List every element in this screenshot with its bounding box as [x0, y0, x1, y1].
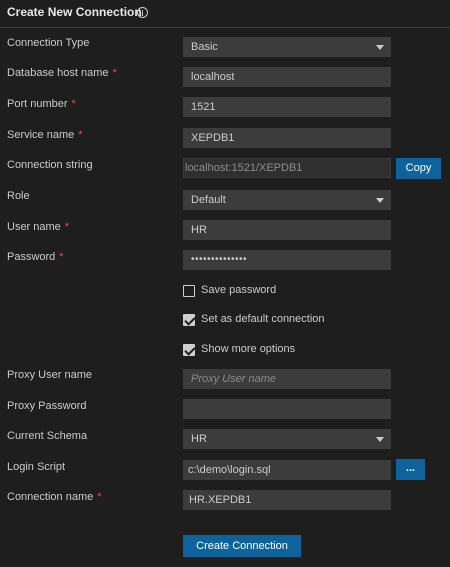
connection-name-label: Connection name *	[7, 491, 102, 503]
more-options-label: Show more options	[201, 343, 296, 355]
user-input[interactable]: HR	[183, 220, 391, 240]
proxy-password-input[interactable]	[183, 399, 391, 419]
checkbox-box[interactable]	[183, 285, 195, 297]
required-marker: *	[112, 67, 117, 79]
checkmark-icon	[184, 344, 196, 356]
connection-string-field: localhost:1521/XEPDB1	[183, 158, 391, 178]
schema-label: Current Schema	[7, 430, 88, 442]
service-label: Service name *	[7, 129, 83, 141]
host-input[interactable]: localhost	[183, 67, 391, 87]
host-label: Database host name *	[7, 67, 117, 79]
password-label: Password *	[7, 251, 64, 263]
checkbox-box[interactable]	[183, 344, 196, 356]
port-label: Port number *	[7, 98, 76, 110]
required-marker: *	[71, 98, 76, 110]
service-input[interactable]: XEPDB1	[183, 128, 391, 148]
chevron-down-icon	[376, 45, 384, 50]
user-label: User name *	[7, 221, 70, 233]
checkbox-box[interactable]	[183, 314, 196, 326]
create-connection-button[interactable]: Create Connection	[183, 535, 301, 557]
login-script-input[interactable]: c:\demo\login.sql	[183, 460, 391, 480]
required-marker: *	[64, 221, 70, 233]
password-input[interactable]: ••••••••••••••	[183, 250, 391, 270]
required-marker: *	[59, 251, 64, 263]
schema-select[interactable]: HR	[183, 429, 391, 449]
role-select[interactable]: Default	[183, 190, 391, 210]
default-connection-label: Set as default connection	[201, 313, 325, 325]
chevron-down-icon	[376, 437, 384, 442]
port-input[interactable]: 1521	[183, 97, 391, 117]
chevron-down-icon	[376, 198, 384, 203]
connection-type-label: Connection Type	[7, 37, 90, 49]
proxy-user-label: Proxy User name	[7, 369, 92, 381]
save-password-label: Save password	[201, 284, 277, 296]
required-marker: *	[97, 491, 102, 503]
connection-type-select[interactable]: Basic	[183, 37, 391, 57]
checkmark-icon	[184, 314, 196, 326]
browse-button[interactable]: ...	[396, 459, 425, 480]
login-script-label: Login Script	[7, 461, 66, 473]
required-marker: *	[78, 129, 83, 141]
info-icon[interactable]: i	[137, 7, 148, 18]
copy-button[interactable]: Copy	[396, 158, 441, 179]
dialog-header: Create New Connection i	[0, 0, 450, 26]
header-divider	[0, 27, 450, 28]
role-label: Role	[7, 190, 30, 202]
proxy-user-input[interactable]: Proxy User name	[183, 369, 391, 389]
connection-name-input[interactable]: HR.XEPDB1	[183, 490, 391, 510]
proxy-password-label: Proxy Password	[7, 400, 87, 412]
connection-string-label: Connection string	[7, 159, 93, 171]
dialog-title: Create New Connection	[7, 5, 142, 19]
